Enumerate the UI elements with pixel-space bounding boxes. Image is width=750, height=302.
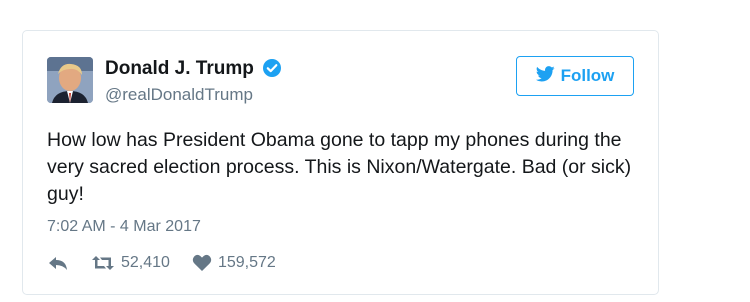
twitter-bird-icon — [535, 65, 561, 87]
retweet-count: 52,410 — [121, 254, 170, 271]
avatar[interactable] — [47, 57, 93, 103]
reply-button[interactable] — [47, 254, 69, 272]
retweet-button[interactable]: 52,410 — [91, 254, 170, 272]
retweet-icon — [91, 254, 115, 272]
heart-icon — [192, 254, 212, 272]
user-handle[interactable]: @realDonaldTrump — [105, 84, 282, 106]
like-count: 159,572 — [217, 254, 276, 271]
like-button[interactable]: 159,572 — [192, 254, 276, 272]
tweet-card: Donald J. Trump @realDonaldTrump Follow … — [22, 30, 659, 295]
reply-icon — [47, 254, 69, 272]
user-info: Donald J. Trump @realDonaldTrump — [105, 57, 282, 106]
tweet-timestamp[interactable]: 7:02 AM - 4 Mar 2017 — [47, 218, 201, 236]
tweet-text: How low has President Obama gone to tapp… — [47, 129, 632, 205]
follow-label: Follow — [560, 66, 615, 85]
follow-button[interactable]: Follow — [516, 56, 634, 96]
display-name[interactable]: Donald J. Trump — [105, 57, 254, 81]
verified-icon — [262, 58, 282, 78]
tweet-actions: 52,410 159,572 — [47, 254, 298, 272]
